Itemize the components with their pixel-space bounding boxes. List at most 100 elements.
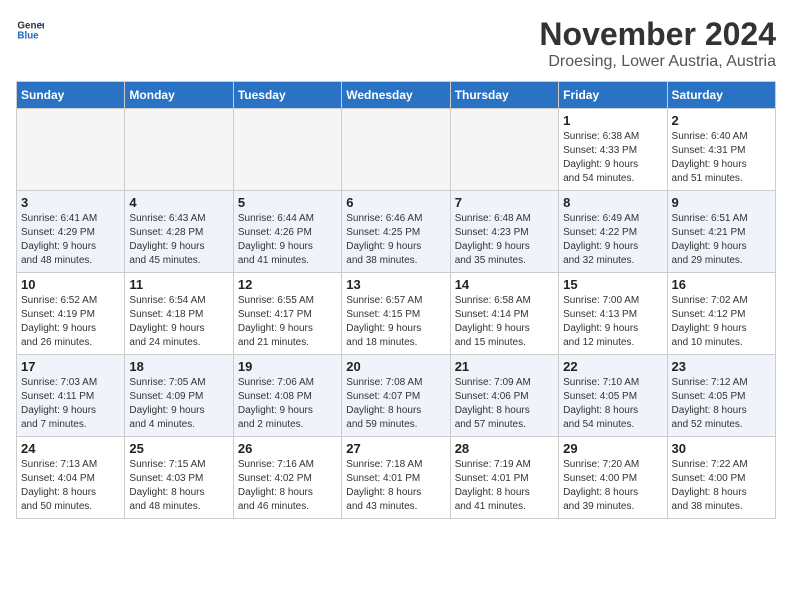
- day-info: Sunrise: 6:58 AM Sunset: 4:14 PM Dayligh…: [455, 294, 554, 350]
- day-info: Sunrise: 7:22 AM Sunset: 4:00 PM Dayligh…: [672, 458, 771, 514]
- day-number: 7: [455, 195, 554, 210]
- day-info: Sunrise: 7:02 AM Sunset: 4:12 PM Dayligh…: [672, 294, 771, 350]
- calendar-day-cell: [342, 109, 450, 191]
- day-number: 19: [238, 359, 337, 374]
- day-number: 15: [563, 277, 662, 292]
- calendar-day-cell: 4 Sunrise: 6:43 AM Sunset: 4:28 PM Daylig…: [125, 191, 233, 273]
- day-number: 20: [346, 359, 445, 374]
- day-info: Sunrise: 6:51 AM Sunset: 4:21 PM Dayligh…: [672, 212, 771, 268]
- day-info: Sunrise: 6:52 AM Sunset: 4:19 PM Dayligh…: [21, 294, 120, 350]
- header: General Blue November 2024 Droesing, Low…: [16, 16, 776, 71]
- calendar-week-row: 17 Sunrise: 7:03 AM Sunset: 4:11 PM Dayli…: [17, 355, 776, 437]
- day-number: 25: [129, 441, 228, 456]
- day-number: 16: [672, 277, 771, 292]
- calendar-day-cell: 13 Sunrise: 6:57 AM Sunset: 4:15 PM Dayli…: [342, 273, 450, 355]
- day-info: Sunrise: 6:41 AM Sunset: 4:29 PM Dayligh…: [21, 212, 120, 268]
- calendar-header-saturday: Saturday: [667, 82, 775, 109]
- calendar-day-cell: 22 Sunrise: 7:10 AM Sunset: 4:05 PM Dayli…: [559, 355, 667, 437]
- day-info: Sunrise: 7:05 AM Sunset: 4:09 PM Dayligh…: [129, 376, 228, 432]
- calendar-day-cell: 11 Sunrise: 6:54 AM Sunset: 4:18 PM Dayli…: [125, 273, 233, 355]
- calendar-day-cell: 29 Sunrise: 7:20 AM Sunset: 4:00 PM Dayli…: [559, 437, 667, 519]
- calendar-header-row: SundayMondayTuesdayWednesdayThursdayFrid…: [17, 82, 776, 109]
- day-number: 1: [563, 113, 662, 128]
- calendar-day-cell: 16 Sunrise: 7:02 AM Sunset: 4:12 PM Dayli…: [667, 273, 775, 355]
- calendar-day-cell: [125, 109, 233, 191]
- calendar-day-cell: 3 Sunrise: 6:41 AM Sunset: 4:29 PM Daylig…: [17, 191, 125, 273]
- calendar-day-cell: 12 Sunrise: 6:55 AM Sunset: 4:17 PM Dayli…: [233, 273, 341, 355]
- location: Droesing, Lower Austria, Austria: [539, 53, 776, 71]
- day-info: Sunrise: 7:00 AM Sunset: 4:13 PM Dayligh…: [563, 294, 662, 350]
- calendar-day-cell: 21Sunrise: 7:09 AM Sunset: 4:06 PM Dayli…: [450, 355, 558, 437]
- calendar-day-cell: 5 Sunrise: 6:44 AM Sunset: 4:26 PM Daylig…: [233, 191, 341, 273]
- day-number: 9: [672, 195, 771, 210]
- calendar-day-cell: 10 Sunrise: 6:52 AM Sunset: 4:19 PM Dayli…: [17, 273, 125, 355]
- day-number: 2: [672, 113, 771, 128]
- day-number: 10: [21, 277, 120, 292]
- day-info: Sunrise: 7:20 AM Sunset: 4:00 PM Dayligh…: [563, 458, 662, 514]
- day-info: Sunrise: 7:15 AM Sunset: 4:03 PM Dayligh…: [129, 458, 228, 514]
- day-number: 17: [21, 359, 120, 374]
- calendar-day-cell: 15 Sunrise: 7:00 AM Sunset: 4:13 PM Dayli…: [559, 273, 667, 355]
- day-number: 6: [346, 195, 445, 210]
- calendar-day-cell: 9 Sunrise: 6:51 AM Sunset: 4:21 PM Daylig…: [667, 191, 775, 273]
- day-number: 3: [21, 195, 120, 210]
- month-year: November 2024: [539, 16, 776, 53]
- day-info: Sunrise: 6:54 AM Sunset: 4:18 PM Dayligh…: [129, 294, 228, 350]
- calendar-day-cell: 1 Sunrise: 6:38 AM Sunset: 4:33 PM Daylig…: [559, 109, 667, 191]
- calendar-day-cell: 25 Sunrise: 7:15 AM Sunset: 4:03 PM Dayli…: [125, 437, 233, 519]
- calendar-day-cell: 30 Sunrise: 7:22 AM Sunset: 4:00 PM Dayli…: [667, 437, 775, 519]
- day-info: Sunrise: 7:10 AM Sunset: 4:05 PM Dayligh…: [563, 376, 662, 432]
- calendar-header-friday: Friday: [559, 82, 667, 109]
- day-number: 23: [672, 359, 771, 374]
- day-info: Sunrise: 6:55 AM Sunset: 4:17 PM Dayligh…: [238, 294, 337, 350]
- day-info: Sunrise: 7:18 AM Sunset: 4:01 PM Dayligh…: [346, 458, 445, 514]
- day-number: 26: [238, 441, 337, 456]
- calendar-week-row: 1 Sunrise: 6:38 AM Sunset: 4:33 PM Daylig…: [17, 109, 776, 191]
- calendar-week-row: 24Sunrise: 7:13 AM Sunset: 4:04 PM Dayli…: [17, 437, 776, 519]
- day-number: 11: [129, 277, 228, 292]
- day-number: 4: [129, 195, 228, 210]
- day-number: 12: [238, 277, 337, 292]
- day-number: 5: [238, 195, 337, 210]
- day-info: Sunrise: 7:03 AM Sunset: 4:11 PM Dayligh…: [21, 376, 120, 432]
- day-info: Sunrise: 6:44 AM Sunset: 4:26 PM Dayligh…: [238, 212, 337, 268]
- day-info: Sunrise: 7:12 AM Sunset: 4:05 PM Dayligh…: [672, 376, 771, 432]
- calendar-header-thursday: Thursday: [450, 82, 558, 109]
- calendar-day-cell: 18Sunrise: 7:05 AM Sunset: 4:09 PM Dayli…: [125, 355, 233, 437]
- day-info: Sunrise: 7:08 AM Sunset: 4:07 PM Dayligh…: [346, 376, 445, 432]
- calendar-day-cell: 8 Sunrise: 6:49 AM Sunset: 4:22 PM Daylig…: [559, 191, 667, 273]
- calendar-day-cell: 24Sunrise: 7:13 AM Sunset: 4:04 PM Dayli…: [17, 437, 125, 519]
- calendar-day-cell: 26Sunrise: 7:16 AM Sunset: 4:02 PM Dayli…: [233, 437, 341, 519]
- day-info: Sunrise: 6:46 AM Sunset: 4:25 PM Dayligh…: [346, 212, 445, 268]
- logo: General Blue: [16, 16, 44, 44]
- day-info: Sunrise: 6:49 AM Sunset: 4:22 PM Dayligh…: [563, 212, 662, 268]
- day-info: Sunrise: 6:38 AM Sunset: 4:33 PM Dayligh…: [563, 130, 662, 186]
- calendar-day-cell: 2Sunrise: 6:40 AM Sunset: 4:31 PM Daylig…: [667, 109, 775, 191]
- day-info: Sunrise: 6:43 AM Sunset: 4:28 PM Dayligh…: [129, 212, 228, 268]
- calendar-week-row: 10 Sunrise: 6:52 AM Sunset: 4:19 PM Dayli…: [17, 273, 776, 355]
- calendar-day-cell: 28 Sunrise: 7:19 AM Sunset: 4:01 PM Dayli…: [450, 437, 558, 519]
- calendar-header-wednesday: Wednesday: [342, 82, 450, 109]
- title-section: November 2024 Droesing, Lower Austria, A…: [539, 16, 776, 71]
- day-number: 28: [455, 441, 554, 456]
- day-number: 30: [672, 441, 771, 456]
- day-number: 13: [346, 277, 445, 292]
- day-number: 14: [455, 277, 554, 292]
- calendar-header-monday: Monday: [125, 82, 233, 109]
- calendar-day-cell: 23 Sunrise: 7:12 AM Sunset: 4:05 PM Dayli…: [667, 355, 775, 437]
- day-number: 22: [563, 359, 662, 374]
- day-number: 29: [563, 441, 662, 456]
- calendar-day-cell: 6 Sunrise: 6:46 AM Sunset: 4:25 PM Daylig…: [342, 191, 450, 273]
- calendar-day-cell: 27Sunrise: 7:18 AM Sunset: 4:01 PM Dayli…: [342, 437, 450, 519]
- day-number: 8: [563, 195, 662, 210]
- calendar-day-cell: 7 Sunrise: 6:48 AM Sunset: 4:23 PM Daylig…: [450, 191, 558, 273]
- calendar-day-cell: 17 Sunrise: 7:03 AM Sunset: 4:11 PM Dayli…: [17, 355, 125, 437]
- calendar-day-cell: [450, 109, 558, 191]
- day-info: Sunrise: 7:19 AM Sunset: 4:01 PM Dayligh…: [455, 458, 554, 514]
- calendar-day-cell: [17, 109, 125, 191]
- calendar-header-tuesday: Tuesday: [233, 82, 341, 109]
- day-number: 21: [455, 359, 554, 374]
- svg-text:Blue: Blue: [17, 30, 39, 41]
- day-info: Sunrise: 6:57 AM Sunset: 4:15 PM Dayligh…: [346, 294, 445, 350]
- day-info: Sunrise: 6:48 AM Sunset: 4:23 PM Dayligh…: [455, 212, 554, 268]
